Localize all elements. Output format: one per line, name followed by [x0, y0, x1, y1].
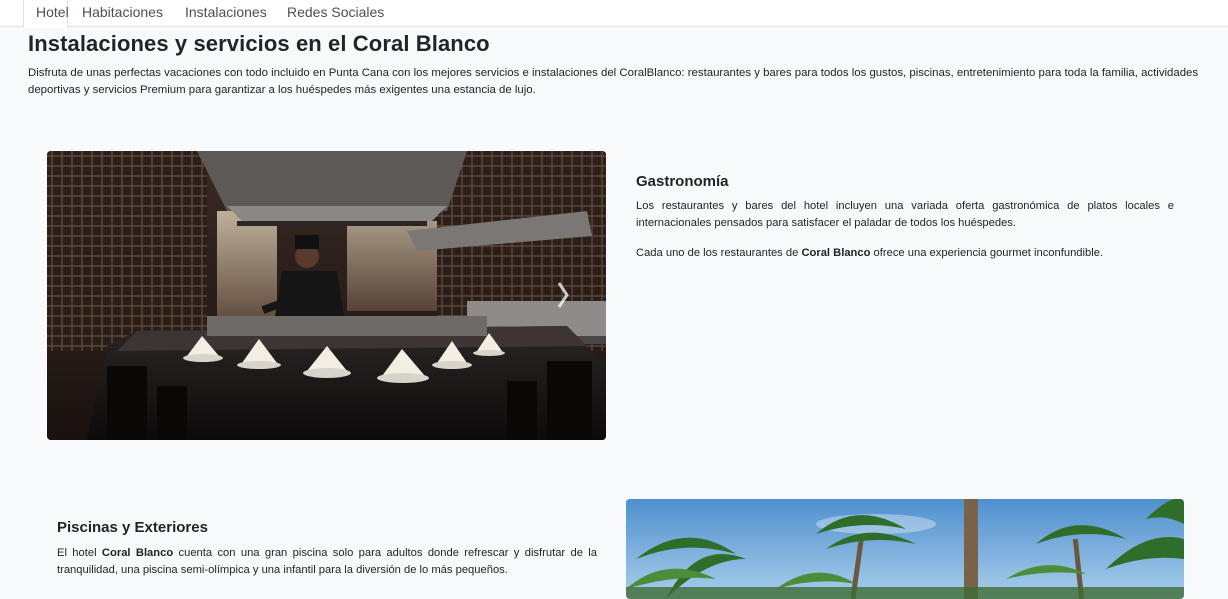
pools-image [626, 499, 1184, 599]
gastronomy-title: Gastronomía [636, 173, 729, 190]
gastronomy-paragraph-2: Cada uno de los restaurantes de Coral Bl… [636, 245, 1174, 262]
gastronomy-image [47, 151, 606, 440]
gastronomy-p2-end: ofrece una experiencia gourmet inconfund… [870, 247, 1104, 259]
intro-paragraph: Disfruta de unas perfectas vacaciones co… [28, 67, 1199, 96]
gastronomy-paragraph-1: Los restaurantes y bares del hotel inclu… [636, 200, 1174, 229]
pools-p1-start: El hotel [57, 547, 102, 559]
hotel-name-bold: Coral Blanco [801, 247, 871, 259]
pools-paragraph: El hotel Coral Blanco cuenta con una gra… [57, 545, 597, 579]
tab-hotel[interactable]: Hotel [23, 0, 69, 28]
tab-instalaciones[interactable]: Instalaciones [185, 0, 267, 26]
pools-title: Piscinas y Exteriores [57, 519, 208, 536]
tab-redes-sociales[interactable]: Redes Sociales [287, 0, 384, 26]
hotel-name-bold: Coral Blanco [101, 547, 174, 559]
top-nav: Hotel Habitaciones Instalaciones Redes S… [0, 0, 1228, 28]
tab-habitaciones[interactable]: Habitaciones [82, 0, 163, 26]
gastronomy-p2-start: Cada uno de los restaurantes de [636, 247, 802, 259]
page-title: Instalaciones y servicios en el Coral Bl… [28, 31, 490, 56]
